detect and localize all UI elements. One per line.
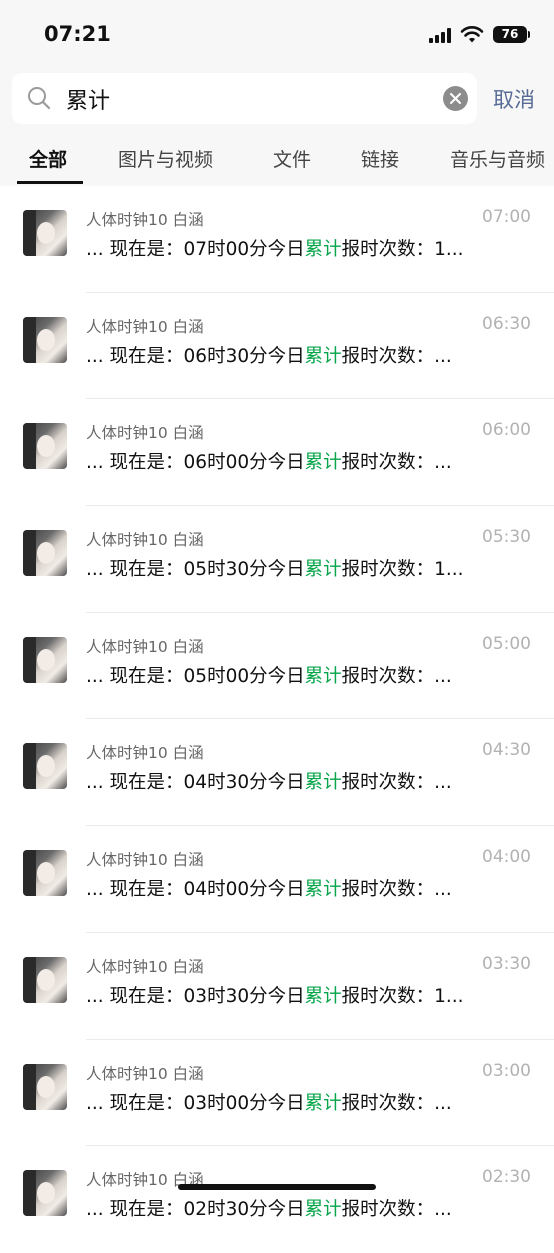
- message-time: 03:00: [482, 1060, 531, 1081]
- result-row[interactable]: 人体时钟10 白涵 04:30 ... 现在是：04时30分今日累计报时次数：.…: [0, 719, 554, 827]
- snippet-suffix: 报时次数：...: [341, 665, 452, 687]
- message-snippet: ... 现在是：03时30分今日累计报时次数：1...: [86, 982, 531, 1008]
- message-snippet: ... 现在是：07时00分今日累计报时次数：1...: [86, 235, 531, 261]
- avatar: [23, 850, 67, 897]
- message-snippet: ... 现在是：06时30分今日累计报时次数：...: [86, 342, 531, 368]
- snippet-suffix: 报时次数：...: [341, 452, 452, 474]
- snippet-prefix: ... 现在是：03时30分今日: [86, 985, 305, 1007]
- sender-name: 人体时钟10 白涵: [86, 957, 204, 976]
- status-time: 07:21: [44, 22, 111, 46]
- snippet-prefix: ... 现在是：04时00分今日: [86, 879, 305, 901]
- message-snippet: ... 现在是：04时00分今日累计报时次数：...: [86, 875, 531, 901]
- sender-name: 人体时钟10 白涵: [86, 424, 204, 443]
- message-time: 05:00: [482, 633, 531, 654]
- snippet-prefix: ... 现在是：05时30分今日: [86, 559, 305, 581]
- close-icon: [450, 93, 461, 104]
- result-row[interactable]: 人体时钟10 白涵 06:00 ... 现在是：06时00分今日累计报时次数：.…: [0, 399, 554, 507]
- snippet-suffix: 报时次数：...: [341, 1092, 452, 1114]
- snippet-suffix: 报时次数：1...: [341, 985, 464, 1007]
- message-time: 02:30: [482, 1167, 531, 1188]
- snippet-prefix: ... 现在是：03时00分今日: [86, 1092, 305, 1114]
- snippet-highlight: 累计: [304, 1092, 342, 1114]
- search-results-list: 人体时钟10 白涵 07:00 ... 现在是：07时00分今日累计报时次数：1…: [0, 186, 554, 1253]
- search-box[interactable]: [12, 73, 477, 124]
- tab-photos-videos[interactable]: 图片与视频: [118, 145, 213, 172]
- snippet-prefix: ... 现在是：07时00分今日: [86, 239, 305, 260]
- result-row[interactable]: 人体时钟10 白涵 03:30 ... 现在是：03时30分今日累计报时次数：1…: [0, 933, 554, 1040]
- avatar: [23, 1170, 67, 1217]
- avatar: [23, 1063, 67, 1110]
- snippet-suffix: 报时次数：1...: [341, 239, 464, 260]
- tab-links[interactable]: 链接: [361, 145, 399, 172]
- tab-files[interactable]: 文件: [273, 145, 311, 172]
- snippet-highlight: 累计: [304, 239, 342, 260]
- avatar: [23, 210, 67, 256]
- avatar: [23, 743, 67, 790]
- message-time: 04:30: [482, 740, 531, 761]
- sender-name: 人体时钟10 白涵: [86, 744, 204, 763]
- result-row[interactable]: 人体时钟10 白涵 07:00 ... 现在是：07时00分今日累计报时次数：1…: [0, 186, 554, 293]
- snippet-highlight: 累计: [304, 452, 342, 474]
- cellular-signal-icon: [429, 28, 455, 43]
- sender-name: 人体时钟10 白涵: [86, 317, 204, 336]
- message-snippet: ... 现在是：03时00分今日累计报时次数：...: [86, 1089, 531, 1115]
- battery-icon: 76: [493, 26, 527, 43]
- sender-name: 人体时钟10 白涵: [86, 637, 204, 656]
- sender-name: 人体时钟10 白涵: [86, 851, 204, 870]
- result-row[interactable]: 人体时钟10 白涵 05:00 ... 现在是：05时00分今日累计报时次数：.…: [0, 613, 554, 720]
- message-time: 06:30: [482, 313, 531, 334]
- search-icon: [28, 87, 51, 110]
- snippet-prefix: ... 现在是：05时00分今日: [86, 665, 305, 687]
- filter-tabs: 全部 图片与视频 文件 链接 音乐与音频: [0, 145, 554, 185]
- search-input[interactable]: [66, 73, 436, 124]
- sender-name: 人体时钟10 白涵: [86, 1064, 204, 1083]
- home-indicator: [178, 1184, 376, 1190]
- avatar: [23, 423, 67, 470]
- result-row[interactable]: 人体时钟10 白涵 03:00 ... 现在是：03时00分今日累计报时次数：.…: [0, 1040, 554, 1147]
- tab-all[interactable]: 全部: [29, 145, 67, 172]
- snippet-highlight: 累计: [304, 665, 342, 687]
- message-time: 07:00: [482, 207, 531, 227]
- battery-tip: [528, 31, 530, 38]
- snippet-prefix: ... 现在是：02时30分今日: [86, 1199, 305, 1221]
- message-snippet: ... 现在是：05时30分今日累计报时次数：1...: [86, 555, 531, 581]
- wifi-icon: [460, 26, 484, 43]
- clear-search-button[interactable]: [443, 86, 468, 111]
- snippet-highlight: 累计: [304, 345, 342, 367]
- avatar: [23, 316, 67, 363]
- avatar: [23, 530, 67, 577]
- message-time: 05:30: [482, 527, 531, 548]
- sender-name: 人体时钟10 白涵: [86, 211, 204, 229]
- snippet-suffix: 报时次数：...: [341, 879, 452, 901]
- snippet-suffix: 报时次数：1...: [341, 559, 464, 581]
- snippet-suffix: 报时次数：...: [341, 1199, 452, 1221]
- snippet-prefix: ... 现在是：06时30分今日: [86, 345, 305, 367]
- snippet-prefix: ... 现在是：04时30分今日: [86, 772, 305, 794]
- snippet-suffix: 报时次数：...: [341, 345, 452, 367]
- snippet-highlight: 累计: [304, 985, 342, 1007]
- message-snippet: ... 现在是：05时00分今日累计报时次数：...: [86, 662, 531, 688]
- active-tab-indicator: [17, 181, 83, 184]
- message-time: 03:30: [482, 953, 531, 974]
- snippet-prefix: ... 现在是：06时00分今日: [86, 452, 305, 474]
- message-snippet: ... 现在是：04时30分今日累计报时次数：...: [86, 768, 531, 794]
- result-row[interactable]: 人体时钟10 白涵 05:30 ... 现在是：05时30分今日累计报时次数：1…: [0, 506, 554, 613]
- tab-music-audio[interactable]: 音乐与音频: [450, 145, 545, 172]
- snippet-highlight: 累计: [304, 772, 342, 794]
- message-time: 04:00: [482, 847, 531, 868]
- snippet-highlight: 累计: [304, 879, 342, 901]
- snippet-suffix: 报时次数：...: [341, 772, 452, 794]
- avatar: [23, 956, 67, 1003]
- avatar: [23, 636, 67, 683]
- result-row[interactable]: 人体时钟10 白涵 06:30 ... 现在是：06时30分今日累计报时次数：.…: [0, 293, 554, 400]
- snippet-highlight: 累计: [304, 559, 342, 581]
- result-row[interactable]: 人体时钟10 白涵 04:00 ... 现在是：04时00分今日累计报时次数：.…: [0, 826, 554, 933]
- message-snippet: ... 现在是：06时00分今日累计报时次数：...: [86, 448, 531, 474]
- cancel-button[interactable]: 取消: [493, 84, 535, 114]
- sender-name: 人体时钟10 白涵: [86, 531, 204, 550]
- message-time: 06:00: [482, 420, 531, 441]
- snippet-highlight: 累计: [304, 1199, 342, 1221]
- message-snippet: ... 现在是：02时30分今日累计报时次数：...: [86, 1195, 531, 1221]
